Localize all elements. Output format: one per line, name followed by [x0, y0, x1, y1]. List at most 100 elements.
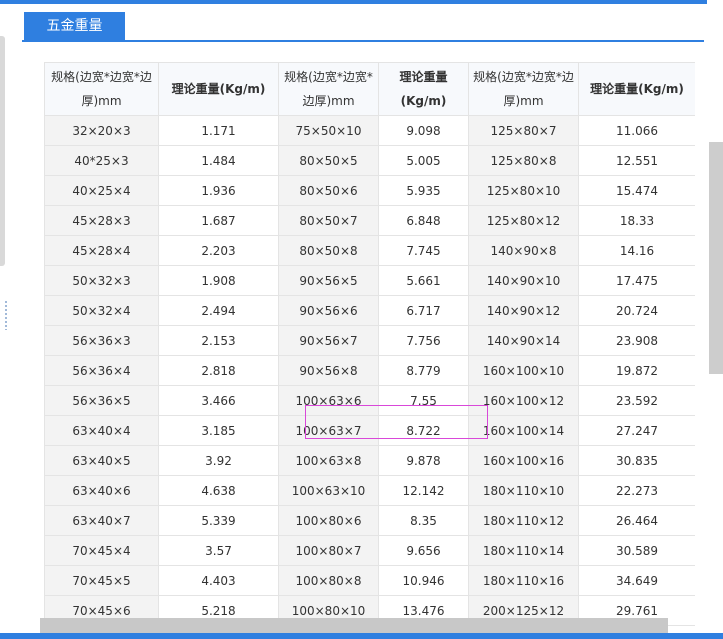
weight-cell: 5.935: [378, 175, 469, 206]
spec-cell: 50×32×4: [44, 295, 159, 326]
weight-cell: 5.339: [158, 505, 279, 536]
weight-cell: 6.717: [378, 295, 469, 326]
weight-cell: 7.756: [378, 325, 469, 356]
weight-cell: 2.818: [158, 355, 279, 386]
weight-cell: 1.687: [158, 205, 279, 236]
spec-cell: 180×110×16: [468, 565, 579, 596]
tab-header: 五金重量: [22, 12, 704, 42]
weight-cell: 9.098: [378, 115, 469, 146]
weight-table-container: 规格(边宽*边宽*边厚)mm 理论重量(Kg/m) 规格(边宽*边宽*边厚)mm…: [44, 62, 695, 633]
spec-cell: 56×36×5: [44, 385, 159, 416]
weight-cell: 12.551: [578, 145, 695, 176]
weight-cell: 1.171: [158, 115, 279, 146]
weight-cell: 30.835: [578, 445, 695, 476]
column-header-spec: 规格(边宽*边宽*边厚)mm: [468, 62, 579, 116]
column-header-spec: 规格(边宽*边宽*边厚)mm: [278, 62, 379, 116]
spec-cell: 45×28×4: [44, 235, 159, 266]
spec-cell: 63×40×6: [44, 475, 159, 506]
spec-cell: 100×63×8: [278, 445, 379, 476]
top-accent-bar: [0, 0, 723, 4]
spec-cell: 40*25×3: [44, 145, 159, 176]
column-header-weight: 理论重量(Kg/m): [578, 62, 695, 116]
spec-cell: 100×63×7: [278, 415, 379, 446]
spec-cell: 100×80×7: [278, 535, 379, 566]
weight-cell: 3.466: [158, 385, 279, 416]
content-panel: 五金重量 规格(边宽*边宽*边厚)mm 理论重量(Kg/m) 规格(边宽*边宽*…: [22, 8, 704, 633]
spec-cell: 100×63×6: [278, 385, 379, 416]
weight-cell: 3.57: [158, 535, 279, 566]
spec-cell: 40×25×4: [44, 175, 159, 206]
table-row: 50×32×4 2.494 90×56×6 6.717 140×90×12 20.724: [44, 295, 695, 326]
spec-cell: 160×100×16: [468, 445, 579, 476]
spec-cell: 80×50×5: [278, 145, 379, 176]
weight-cell: 8.722: [378, 415, 469, 446]
spec-cell: 80×50×6: [278, 175, 379, 206]
table-row: 45×28×4 2.203 80×50×8 7.745 140×90×8 14.16: [44, 235, 695, 266]
weight-cell: 34.649: [578, 565, 695, 596]
weight-cell: 7.55: [378, 385, 469, 416]
table-row: 45×28×3 1.687 80×50×7 6.848 125×80×12 18.33: [44, 205, 695, 236]
weight-cell: 2.153: [158, 325, 279, 356]
spec-cell: 140×90×14: [468, 325, 579, 356]
spec-cell: 32×20×3: [44, 115, 159, 146]
tab-hardware-weight[interactable]: 五金重量: [24, 12, 125, 40]
spec-cell: 56×36×4: [44, 355, 159, 386]
weight-cell: 10.946: [378, 565, 469, 596]
column-header-weight: 理论重量(Kg/m): [158, 62, 279, 116]
table-row: 56×36×5 3.466 100×63×6 7.55 160×100×12 23.592: [44, 385, 695, 416]
weight-cell: 4.638: [158, 475, 279, 506]
spec-cell: 100×80×8: [278, 565, 379, 596]
spec-cell: 125×80×7: [468, 115, 579, 146]
weight-cell: 11.066: [578, 115, 695, 146]
spec-cell: 160×100×12: [468, 385, 579, 416]
spec-cell: 140×90×10: [468, 265, 579, 296]
table-row: 32×20×3 1.171 75×50×10 9.098 125×80×7 11.066: [44, 115, 695, 146]
table-row: 63×40×6 4.638 100×63×10 12.142 180×110×10 22.…: [44, 475, 695, 506]
weight-cell: 3.92: [158, 445, 279, 476]
spec-cell: 180×110×12: [468, 505, 579, 536]
weight-cell: 5.005: [378, 145, 469, 176]
spec-cell: 125×80×10: [468, 175, 579, 206]
weight-cell: 4.403: [158, 565, 279, 596]
spec-cell: 100×63×10: [278, 475, 379, 506]
table-body: 32×20×3 1.171 75×50×10 9.098 125×80×7 11.066 4…: [44, 115, 695, 626]
spec-cell: 70×45×4: [44, 535, 159, 566]
weight-cell: 1.484: [158, 145, 279, 176]
spec-cell: 90×56×6: [278, 295, 379, 326]
spec-cell: 56×36×3: [44, 325, 159, 356]
weight-cell: 7.745: [378, 235, 469, 266]
horizontal-scrollbar-thumb[interactable]: [40, 618, 668, 633]
spec-cell: 63×40×4: [44, 415, 159, 446]
weight-cell: 19.872: [578, 355, 695, 386]
weight-cell: 1.936: [158, 175, 279, 206]
spec-cell: 180×110×10: [468, 475, 579, 506]
weight-cell: 27.247: [578, 415, 695, 446]
spec-cell: 125×80×8: [468, 145, 579, 176]
weight-cell: 20.724: [578, 295, 695, 326]
table-row: 50×32×3 1.908 90×56×5 5.661 140×90×10 17.475: [44, 265, 695, 296]
left-edge-scrollbar[interactable]: [0, 36, 5, 266]
table-row: 63×40×5 3.92 100×63×8 9.878 160×100×16 30.835: [44, 445, 695, 476]
weight-cell: 12.142: [378, 475, 469, 506]
weight-cell: 9.656: [378, 535, 469, 566]
weight-cell: 5.661: [378, 265, 469, 296]
spec-cell: 70×45×5: [44, 565, 159, 596]
table-row: 40×25×4 1.936 80×50×6 5.935 125×80×10 15.474: [44, 175, 695, 206]
column-header-weight: 理论重量(Kg/m): [378, 62, 469, 116]
table-row: 56×36×4 2.818 90×56×8 8.779 160×100×10 19.872: [44, 355, 695, 386]
vertical-scrollbar-thumb[interactable]: [709, 142, 723, 374]
spec-cell: 100×80×6: [278, 505, 379, 536]
table-row: 70×45×4 3.57 100×80×7 9.656 180×110×14 30.589: [44, 535, 695, 566]
spec-cell: 75×50×10: [278, 115, 379, 146]
resize-handle[interactable]: [4, 300, 8, 330]
weight-cell: 23.908: [578, 325, 695, 356]
weight-cell: 15.474: [578, 175, 695, 206]
table-row: 63×40×7 5.339 100×80×6 8.35 180×110×12 26.464: [44, 505, 695, 536]
spec-cell: 45×28×3: [44, 205, 159, 236]
table-row: 70×45×5 4.403 100×80×8 10.946 180×110×16 34.6…: [44, 565, 695, 596]
weight-cell: 8.35: [378, 505, 469, 536]
weight-table: 规格(边宽*边宽*边厚)mm 理论重量(Kg/m) 规格(边宽*边宽*边厚)mm…: [44, 62, 695, 626]
table-row: 56×36×3 2.153 90×56×7 7.756 140×90×14 23.908: [44, 325, 695, 356]
spec-cell: 50×32×3: [44, 265, 159, 296]
spec-cell: 180×110×14: [468, 535, 579, 566]
